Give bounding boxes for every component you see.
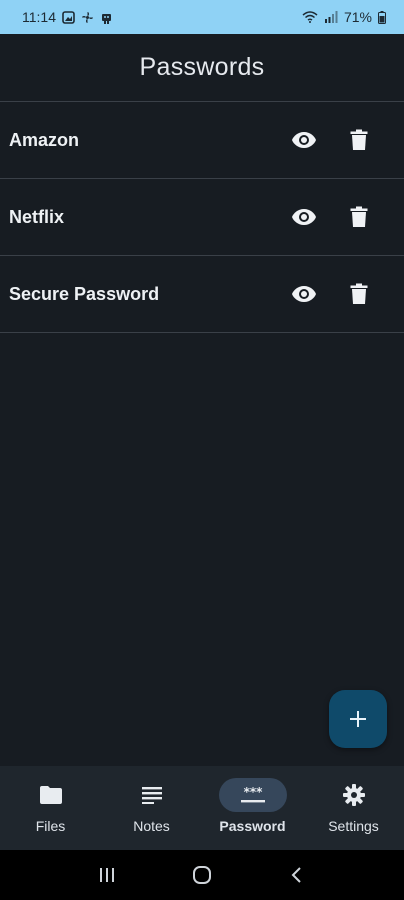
nav-item-settings[interactable]: Settings (303, 766, 404, 850)
robot-icon (100, 11, 113, 24)
back-button[interactable] (277, 855, 317, 895)
delete-password-button[interactable] (339, 120, 379, 160)
password-icon: *** (240, 786, 265, 803)
back-icon (291, 867, 301, 883)
wifi-icon (302, 11, 318, 23)
system-nav-bar (0, 850, 404, 900)
row-actions (284, 256, 404, 332)
nav-item-files[interactable]: Files (0, 766, 101, 850)
eye-icon (292, 132, 316, 148)
password-row-netflix[interactable]: Netflix (0, 179, 404, 256)
nav-label: Files (35, 818, 66, 834)
folder-icon (39, 786, 62, 804)
delete-password-button[interactable] (339, 274, 379, 314)
gear-icon (342, 784, 365, 806)
view-password-button[interactable] (284, 197, 324, 237)
plus-icon (350, 711, 366, 727)
nav-label: Settings (328, 818, 379, 834)
nav-item-notes[interactable]: Notes (101, 766, 202, 850)
add-password-button[interactable] (329, 690, 387, 748)
bottom-nav: Files Notes *** Password Settings (0, 766, 404, 850)
recent-apps-button[interactable] (87, 855, 127, 895)
page-title: Passwords (139, 53, 265, 81)
view-password-button[interactable] (284, 274, 324, 314)
signal-icon (324, 11, 338, 23)
nav-pill (320, 778, 388, 812)
fan-icon (81, 11, 94, 24)
status-right: 71% (302, 9, 386, 25)
svg-text:***: *** (243, 786, 263, 799)
nav-pill (118, 778, 186, 812)
trash-icon (350, 129, 368, 150)
trash-icon (350, 206, 368, 227)
password-list: Amazon Netflix Secure Password (0, 102, 404, 333)
recent-apps-icon (100, 868, 115, 882)
notes-icon (141, 787, 162, 804)
status-time: 11:14 (22, 9, 56, 25)
gallery-icon (62, 10, 75, 24)
nav-label: Password (219, 818, 286, 834)
home-icon (192, 866, 211, 884)
status-left: 11:14 (22, 9, 113, 25)
row-actions (284, 102, 404, 178)
row-actions (284, 179, 404, 255)
eye-icon (292, 286, 316, 302)
status-bar: 11:14 71% (0, 0, 404, 34)
nav-item-password[interactable]: *** Password (202, 766, 303, 850)
password-row-amazon[interactable]: Amazon (0, 102, 404, 179)
nav-label: Notes (133, 818, 170, 834)
nav-pill-active: *** (218, 778, 287, 812)
battery-percent: 71% (343, 9, 372, 25)
view-password-button[interactable] (284, 120, 324, 160)
app-bar: Passwords (0, 34, 404, 102)
battery-icon (378, 10, 386, 24)
password-row-secure-password[interactable]: Secure Password (0, 256, 404, 333)
trash-icon (350, 283, 368, 304)
delete-password-button[interactable] (339, 197, 379, 237)
nav-pill (17, 778, 85, 812)
screen: 11:14 71% Passwords Amazon Netflix Secur… (0, 0, 404, 900)
home-button[interactable] (182, 855, 222, 895)
eye-icon (292, 209, 316, 225)
